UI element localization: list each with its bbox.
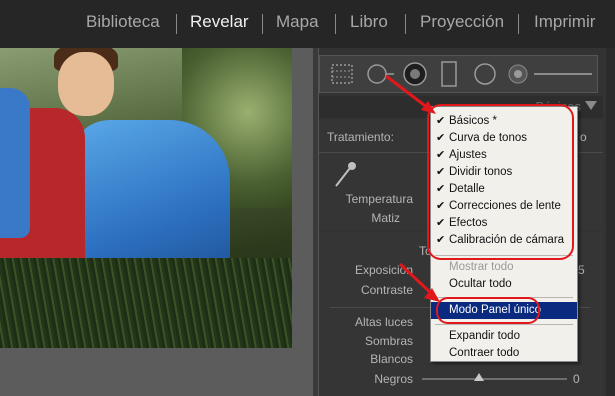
annotation-arrow-line [398, 262, 434, 296]
annotation-arrow-line [385, 74, 429, 110]
annotation-arrows [385, 74, 440, 302]
